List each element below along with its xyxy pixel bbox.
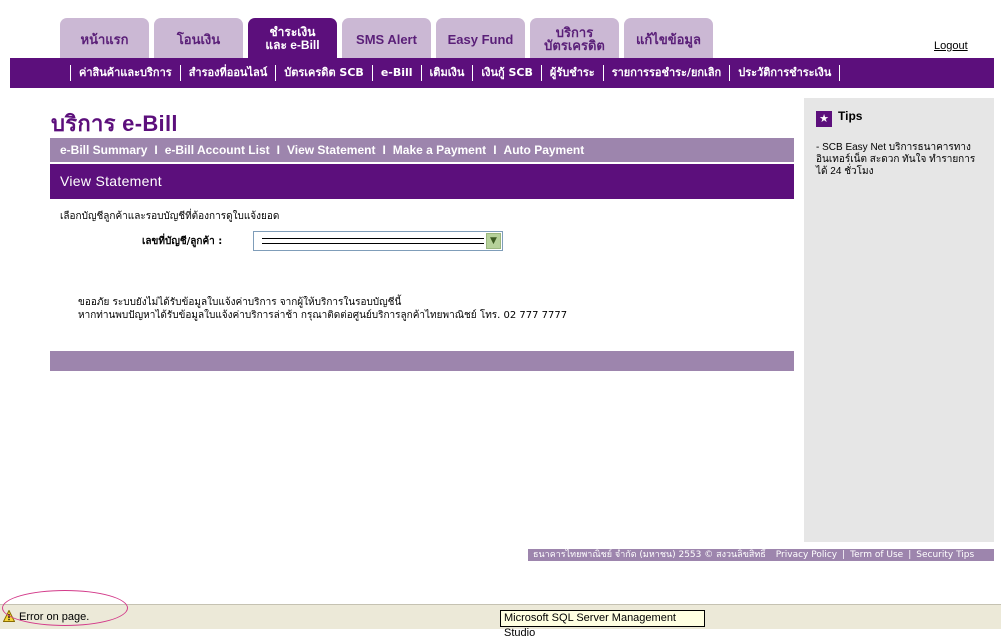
menu-item-ebill[interactable]: e-Bill xyxy=(371,65,421,81)
star-icon: ★ xyxy=(816,111,832,127)
tab-sms-alert[interactable]: SMS Alert xyxy=(342,18,431,58)
menu-item-online-booking[interactable]: สำรองที่ออนไลน์ xyxy=(179,65,276,81)
notice-line-2: หากท่านพบปัญหาได้รับข้อมูลใบแจ้งค่าบริกา… xyxy=(78,310,568,321)
tab-easy-fund[interactable]: Easy Fund xyxy=(436,18,525,58)
subnav-ebill-summary[interactable]: e-Bill Summary xyxy=(60,143,147,157)
subnav-view-statement[interactable]: View Statement xyxy=(287,143,375,157)
notice-message: ขออภัย ระบบยังไม่ได้รับข้อมูลใบแจ้งค่าบร… xyxy=(78,296,567,322)
menu-item-goods-services[interactable]: ค่าสินค้าและบริการ xyxy=(70,65,180,81)
main-tabs: หน้าแรก โอนเงิน ชำระเงิน และ e-Bill SMS … xyxy=(60,18,718,58)
tab-edit-profile[interactable]: แก้ไขข้อมูล xyxy=(624,18,713,58)
tab-transfer[interactable]: โอนเงิน xyxy=(154,18,243,58)
tab-payment-ebill[interactable]: ชำระเงิน และ e-Bill xyxy=(248,18,337,58)
menu-item-pending[interactable]: รายการรอชำระ/ยกเลิก xyxy=(602,65,730,81)
subnav-separator: I xyxy=(493,143,497,157)
menu-item-topup[interactable]: เติมเงิน xyxy=(420,65,473,81)
menu-item-loan[interactable]: เงินกู้ SCB xyxy=(472,65,541,81)
instruction-text: เลือกบัญชีลูกค้าและรอบบัญชีที่ต้องการดูใ… xyxy=(60,211,280,222)
account-select[interactable]: ▼ xyxy=(253,231,503,251)
menu-item-payees[interactable]: ผู้รับชำระ xyxy=(540,65,603,81)
empty-selection-lines xyxy=(262,238,484,244)
ebill-subnav: e-Bill Summary I e-Bill Account List I V… xyxy=(50,138,794,162)
section-title: View Statement xyxy=(50,164,794,199)
account-label: เลขที่บัญชี/ลูกค้า : xyxy=(142,236,223,247)
tab-easy-fund-label: Easy Fund xyxy=(447,31,514,47)
subnav-separator: I xyxy=(154,143,158,157)
tips-title: Tips xyxy=(838,109,863,123)
subnav-ebill-account-list[interactable]: e-Bill Account List xyxy=(165,143,270,157)
menu-item-history[interactable]: ประวัติการชำระเงิน xyxy=(729,65,841,81)
tips-text: - SCB Easy Net บริการธนาคารทางอินเทอร์เน… xyxy=(816,142,976,177)
menu-item-credit-card[interactable]: บัตรเครดิต SCB xyxy=(275,65,372,81)
page-title: บริการ e-Bill xyxy=(51,111,178,136)
subnav-separator: I xyxy=(382,143,386,157)
tab-sms-alert-label: SMS Alert xyxy=(356,31,417,47)
tab-credit-card[interactable]: บริการ บัตรเครดิต xyxy=(530,18,619,58)
chevron-down-icon[interactable]: ▼ xyxy=(486,233,501,249)
copyright-text: ธนาคารไทยพาณิชย์ จำกัด (มหาชน) 2553 © สง… xyxy=(533,550,766,560)
tab-transfer-label: โอนเงิน xyxy=(176,31,221,47)
tab-credit-card-line2: บัตรเครดิต xyxy=(544,38,605,53)
tab-home[interactable]: หน้าแรก xyxy=(60,18,149,58)
logout-link[interactable]: Logout xyxy=(934,40,968,52)
subnav-separator: I xyxy=(276,143,280,157)
tab-payment-ebill-line2: และ e-Bill xyxy=(265,38,320,52)
footer-link-security[interactable]: Security Tips xyxy=(911,549,979,561)
subnav-make-payment[interactable]: Make a Payment xyxy=(393,143,486,157)
highlight-ellipse xyxy=(2,590,128,626)
notice-line-1: ขออภัย ระบบยังไม่ได้รับข้อมูลใบแจ้งค่าบร… xyxy=(78,297,402,308)
tab-edit-profile-label: แก้ไขข้อมูล xyxy=(636,31,701,47)
subnav-auto-payment[interactable]: Auto Payment xyxy=(504,143,585,157)
sub-menu-bar: ค่าสินค้าและบริการ สำรองที่ออนไลน์ บัตรเ… xyxy=(10,58,994,88)
content-footer-band xyxy=(50,351,794,371)
footer-link-terms[interactable]: Term of Use xyxy=(845,549,908,561)
page-footer: ธนาคารไทยพาณิชย์ จำกัด (มหาชน) 2553 © สง… xyxy=(528,549,994,561)
taskbar-tooltip: Microsoft SQL Server Management Studio xyxy=(500,610,705,639)
tips-panel: ★ Tips - SCB Easy Net บริการธนาคารทางอิน… xyxy=(804,98,994,542)
footer-link-privacy[interactable]: Privacy Policy xyxy=(771,549,842,561)
tab-home-label: หน้าแรก xyxy=(80,31,129,47)
